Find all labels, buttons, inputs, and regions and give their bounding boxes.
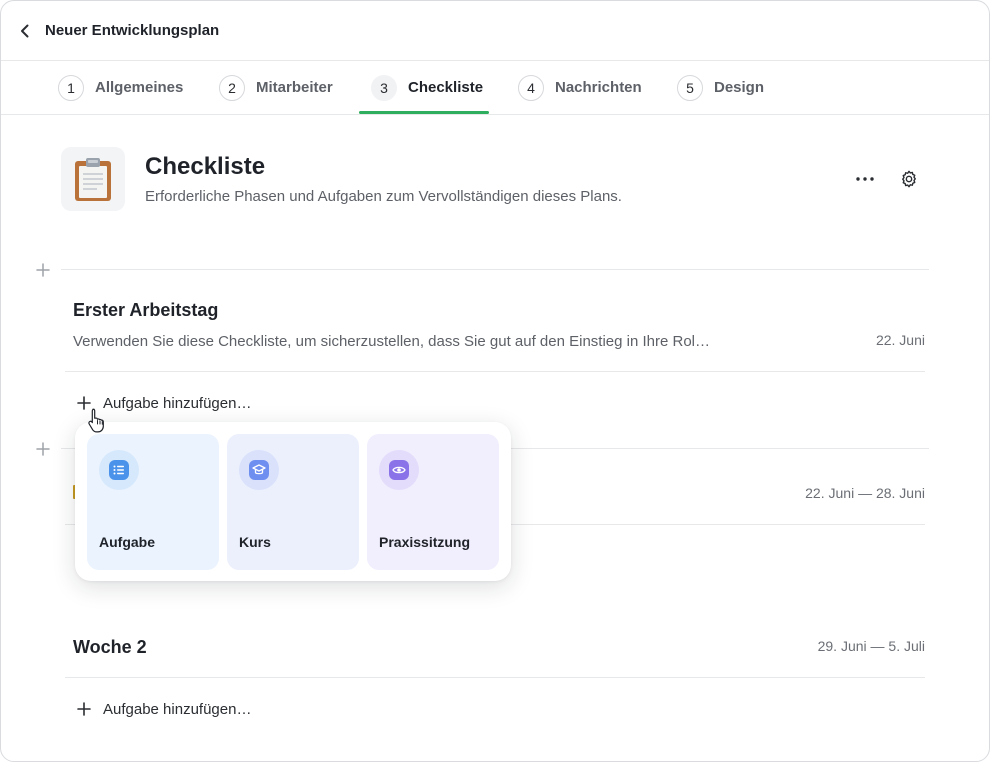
tab-checkliste[interactable]: 3 Checkliste (371, 61, 483, 114)
tab-mitarbeiter[interactable]: 2 Mitarbeiter (219, 61, 333, 114)
add-task-label: Aufgabe hinzufügen… (103, 394, 252, 412)
tab-number: 1 (58, 74, 84, 101)
tab-number: 4 (518, 74, 544, 101)
graduation-cap-icon (239, 450, 279, 490)
tab-label: Design (714, 79, 765, 96)
section-title: Checkliste (145, 153, 266, 180)
tab-number: 3 (371, 74, 397, 101)
tab-nachrichten[interactable]: 4 Nachrichten (518, 61, 642, 114)
clipboard-icon (61, 147, 125, 211)
divider (65, 371, 925, 372)
add-task-button[interactable]: Aufgabe hinzufügen… (77, 699, 251, 719)
phase-date: 29. Juni — 5. Juli (817, 638, 925, 654)
app-window: Neuer Entwicklungsplan 1 Allgemeines 2 M… (0, 0, 990, 762)
more-options-icon[interactable] (853, 169, 877, 189)
divider (61, 269, 929, 270)
add-phase-plus-icon[interactable] (36, 442, 50, 456)
tab-label: Mitarbeiter (256, 79, 333, 96)
option-kurs[interactable]: Kurs (227, 434, 359, 570)
list-icon (99, 450, 139, 490)
divider (65, 677, 925, 678)
phase-title[interactable]: Erster Arbeitstag (73, 300, 218, 321)
tab-number: 2 (219, 74, 245, 101)
add-task-label: Aufgabe hinzufügen… (103, 700, 252, 718)
option-label: Praxissitzung (379, 534, 471, 550)
tab-number: 5 (677, 74, 703, 101)
add-phase-plus-icon[interactable] (36, 263, 50, 277)
plus-icon (77, 702, 91, 716)
top-bar: Neuer Entwicklungsplan (1, 1, 989, 61)
tab-design[interactable]: 5 Design (677, 61, 764, 114)
add-item-popover: Aufgabe Kurs Praxissitzung (75, 422, 511, 581)
phase-date: 22. Juni — 28. Juni (805, 485, 925, 501)
option-praxissitzung[interactable]: Praxissitzung (367, 434, 499, 570)
tab-label: Nachrichten (555, 79, 642, 96)
tab-label: Allgemeines (95, 79, 184, 96)
phase-title[interactable]: Woche 2 (73, 637, 147, 658)
option-label: Aufgabe (99, 534, 155, 550)
tab-allgemeines[interactable]: 1 Allgemeines (58, 61, 183, 114)
option-aufgabe[interactable]: Aufgabe (87, 434, 219, 570)
phase-date: 22. Juni (875, 332, 925, 348)
phase-description: Verwenden Sie diese Checkliste, um siche… (73, 333, 711, 350)
tab-label: Checkliste (408, 79, 484, 96)
section-subtitle: Erforderliche Phasen und Aufgaben zum Ve… (145, 188, 622, 205)
eye-icon (379, 450, 419, 490)
active-tab-indicator (359, 111, 489, 114)
stepper-tabs: 1 Allgemeines 2 Mitarbeiter 3 Checkliste… (1, 61, 989, 115)
hand-cursor-icon (87, 407, 107, 433)
gear-icon[interactable] (897, 167, 921, 191)
option-label: Kurs (239, 534, 271, 550)
chevron-left-icon[interactable] (15, 21, 35, 41)
page-title: Neuer Entwicklungsplan (45, 22, 220, 39)
